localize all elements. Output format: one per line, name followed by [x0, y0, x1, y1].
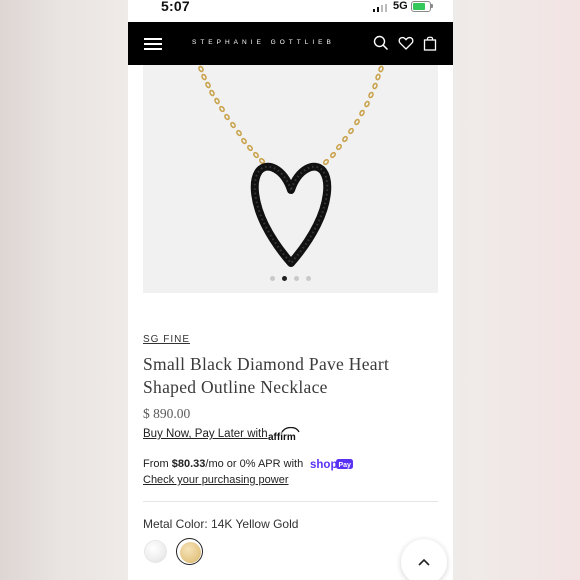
brand-logo[interactable]: STEPHANIE GOTTLIEB	[192, 39, 335, 46]
phone-screen: 5:07 5G STEPHANIE GOTTLIEB SG FINE Small…	[128, 0, 453, 580]
network-label: 5G	[393, 0, 408, 12]
signal-icon	[373, 4, 387, 12]
status-bar: 5:07 5G	[128, 0, 453, 22]
gallery-dot[interactable]	[294, 276, 299, 281]
menu-icon[interactable]	[144, 38, 162, 50]
scroll-to-top-button[interactable]	[401, 539, 447, 580]
divider	[143, 501, 438, 502]
product-brand-link[interactable]: SG FINE	[143, 334, 190, 345]
affirm-text: Buy Now, Pay Later with	[143, 428, 268, 440]
heart-icon[interactable]	[398, 35, 414, 51]
top-nav: STEPHANIE GOTTLIEB	[128, 22, 453, 65]
installment-text: From $80.33/mo or 0% APR with	[143, 458, 304, 470]
bag-icon[interactable]	[422, 35, 438, 51]
product-image[interactable]	[143, 65, 438, 293]
swatch-yellow-gold[interactable]	[180, 542, 201, 563]
swatch-white-gold[interactable]	[145, 541, 166, 562]
shop-pay-wordmark: shop	[310, 459, 337, 471]
shop-pay-logo: shop Pay	[310, 459, 353, 471]
affirm-logo-icon: affirm	[268, 427, 300, 441]
gallery-dot[interactable]	[270, 276, 275, 281]
affirm-wordmark: affirm	[268, 432, 296, 441]
gallery-dot-active[interactable]	[282, 276, 287, 281]
check-purchasing-power-link[interactable]: Check your purchasing power	[143, 474, 289, 486]
affirm-link[interactable]: Buy Now, Pay Later with	[143, 428, 268, 440]
gallery-pagination	[143, 276, 438, 281]
necklace-image	[198, 65, 384, 267]
product-title: Small Black Diamond Pave Heart Shaped Ou…	[143, 354, 390, 397]
chevron-up-icon	[418, 558, 430, 566]
gallery-dot[interactable]	[306, 276, 311, 281]
status-time: 5:07	[161, 0, 190, 14]
product-price: $ 890.00	[143, 406, 191, 421]
battery-icon	[411, 1, 433, 12]
shop-pay-badge: Pay	[339, 462, 352, 469]
search-icon[interactable]	[373, 35, 389, 51]
metal-color-label: Metal Color: 14K Yellow Gold	[143, 517, 299, 531]
